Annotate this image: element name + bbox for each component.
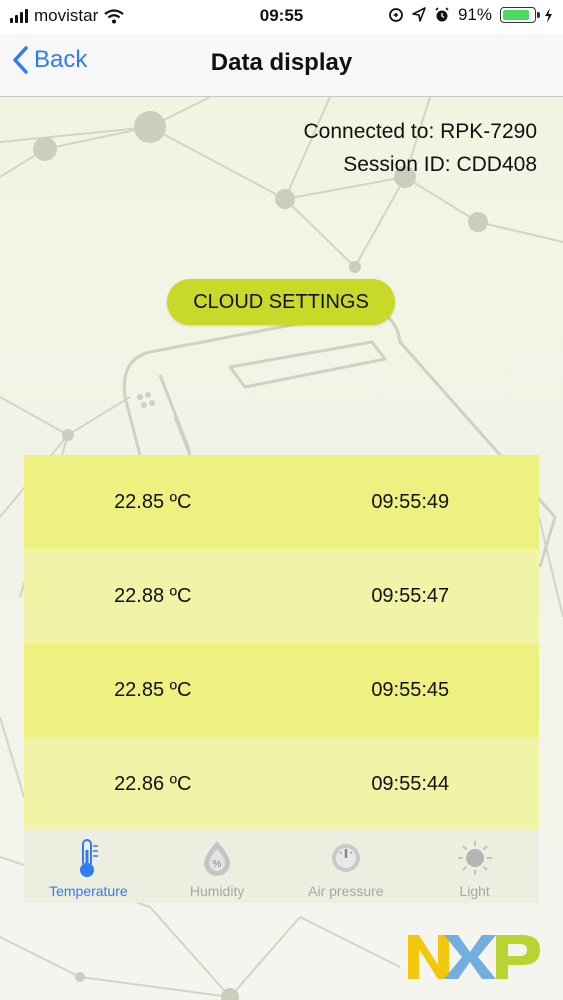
status-right: 91% xyxy=(388,5,553,25)
sun-icon xyxy=(457,841,492,875)
tab-light[interactable]: Light xyxy=(410,830,539,903)
table-row: 22.88 ºC 09:55:47 xyxy=(24,549,539,643)
table-row: 22.85 ºC 09:55:45 xyxy=(24,643,539,737)
nxp-logo xyxy=(408,935,540,979)
location-icon xyxy=(412,7,426,22)
reading-time: 09:55:47 xyxy=(371,584,450,607)
tab-label: Humidity xyxy=(189,883,245,899)
charging-bolt-icon xyxy=(545,7,552,23)
reading-value: 22.88 ºC xyxy=(114,584,192,607)
table-row: 22.86 ºC 09:55:44 xyxy=(24,737,539,831)
tab-air-pressure[interactable]: Air pressure xyxy=(282,830,411,903)
reading-value: 22.85 ºC xyxy=(114,678,192,701)
tab-temperature[interactable]: Temperature xyxy=(24,830,153,903)
tab-label: Temperature xyxy=(49,883,128,899)
reading-time: 09:55:44 xyxy=(371,772,450,795)
svg-text:%: % xyxy=(213,859,222,870)
alarm-icon xyxy=(435,7,449,22)
tab-humidity[interactable]: % Humidity xyxy=(153,830,282,903)
page-title: Data display xyxy=(210,49,353,76)
reading-time: 09:55:49 xyxy=(371,490,450,513)
reading-time: 09:55:45 xyxy=(371,678,450,701)
readings-table: 22.85 ºC 09:55:49 22.88 ºC 09:55:47 22.8… xyxy=(24,455,539,831)
session-id-label: Session ID: CDD408 xyxy=(343,153,537,176)
humidity-drop-icon: % xyxy=(204,841,231,876)
battery-icon xyxy=(500,7,540,23)
screen-lock-icon xyxy=(389,8,403,22)
navigation-bar: Back Data display xyxy=(0,34,563,97)
reading-value: 22.85 ºC xyxy=(114,490,192,513)
thermometer-icon xyxy=(80,839,99,877)
table-row: 22.85 ºC 09:55:49 xyxy=(24,455,539,549)
battery-percent: 91% xyxy=(457,5,492,24)
battery-level xyxy=(503,10,530,20)
status-bar: movistar 09:55 91% xyxy=(0,0,563,34)
content-area: Connected to: RPK-7290 Session ID: CDD40… xyxy=(0,97,563,1000)
cloud-settings-button[interactable]: CLOUD SETTINGS xyxy=(167,279,395,325)
tab-label: Light xyxy=(459,883,490,899)
pressure-gauge-icon xyxy=(331,844,360,872)
connected-to-label: Connected to: RPK-7290 xyxy=(303,120,537,143)
reading-value: 22.86 ºC xyxy=(114,772,192,795)
connection-info: Connected to: RPK-7290 Session ID: CDD40… xyxy=(304,115,537,181)
tab-label: Air pressure xyxy=(308,883,384,899)
tab-bar: Temperature % Humidity Air pressure Ligh… xyxy=(24,830,539,903)
